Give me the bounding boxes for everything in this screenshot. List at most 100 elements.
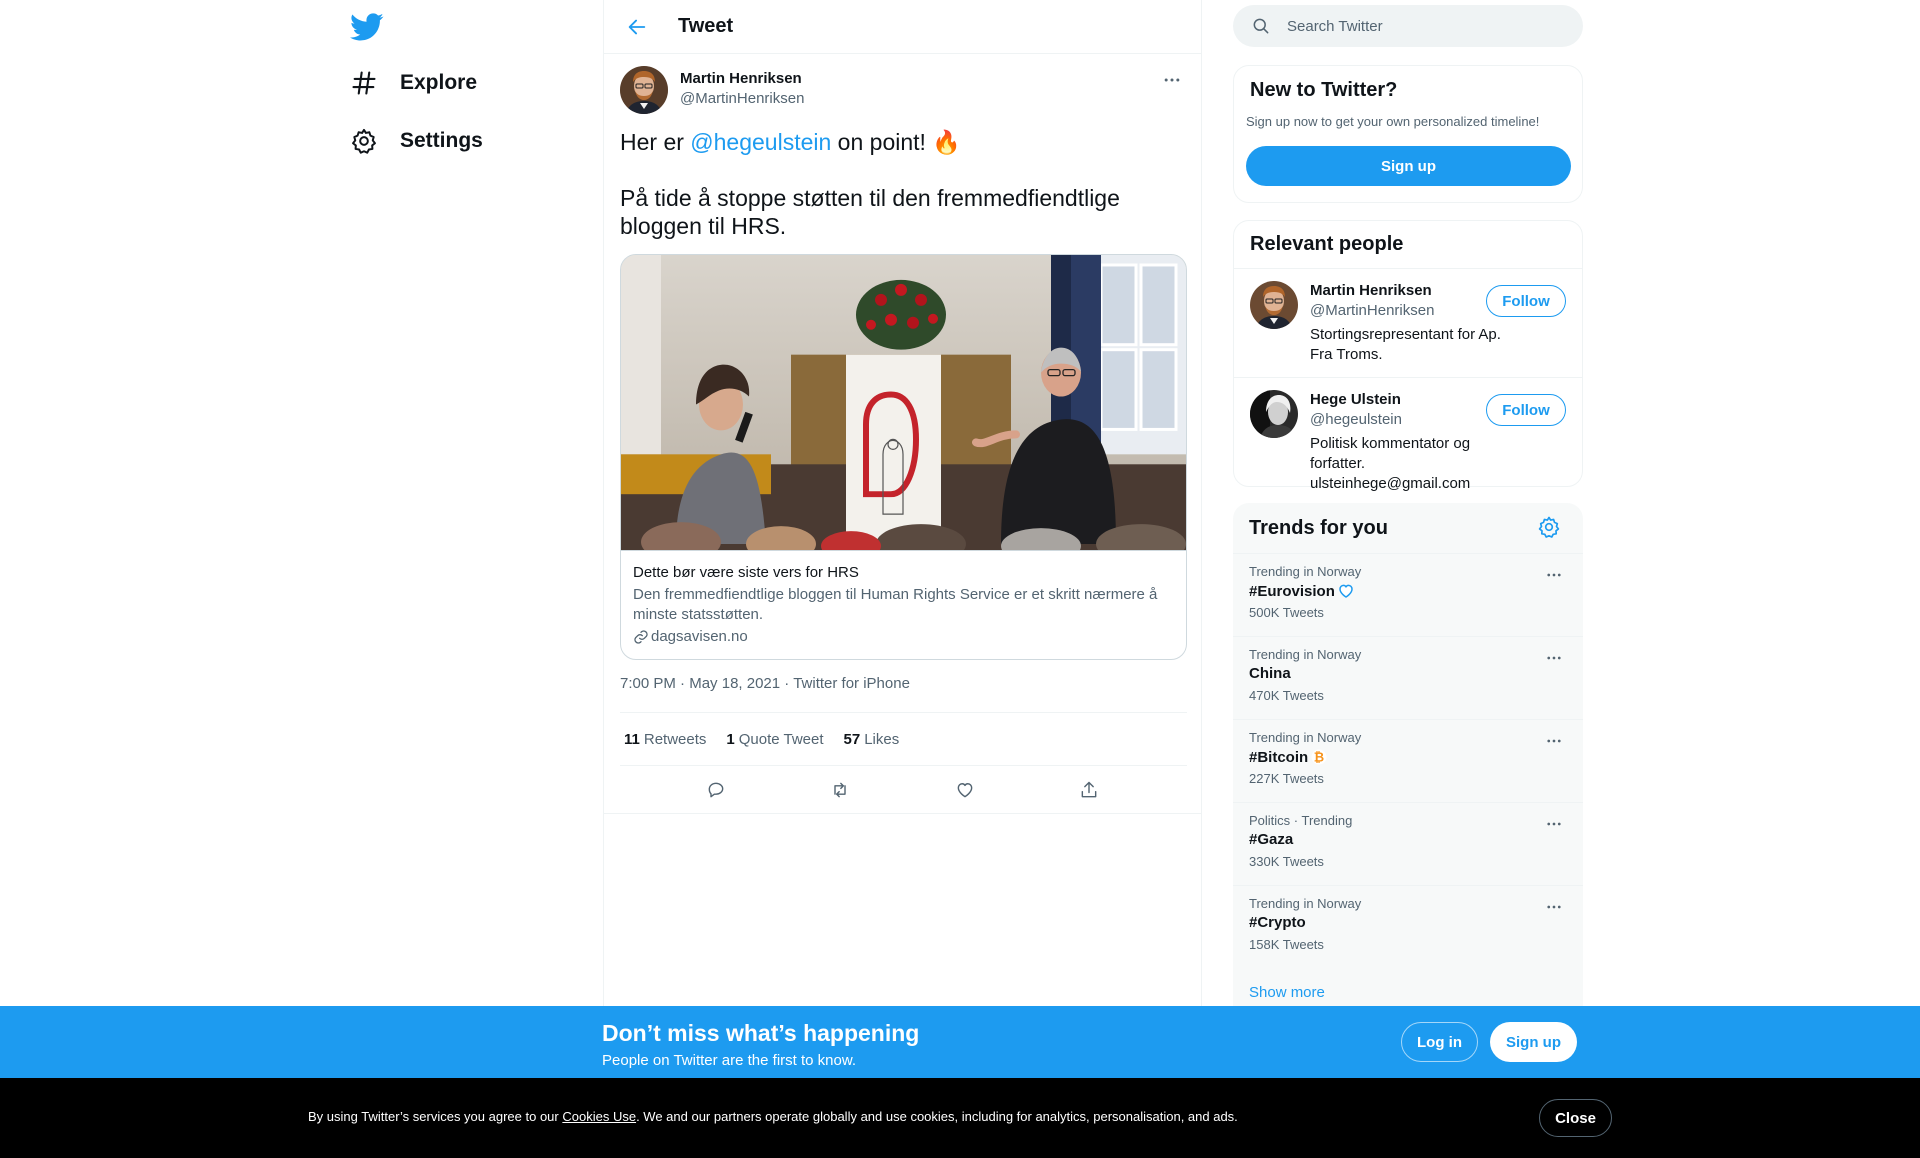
new-to-twitter-title: New to Twitter? — [1250, 79, 1398, 101]
link-icon — [634, 630, 648, 644]
trend-name-text: #Eurovision — [1249, 582, 1335, 600]
show-more-link[interactable]: Show more — [1249, 984, 1325, 1001]
tweet-text-line1: Her er @hegeulstein on point! 🔥 — [620, 128, 1187, 156]
avatar[interactable] — [1250, 281, 1298, 329]
main-column: Tweet Martin Henriksen @MartinHenriksen … — [603, 0, 1202, 1158]
cookie-text-after: . We and our partners operate globally a… — [636, 1109, 1238, 1124]
trend-more-button[interactable] — [1541, 564, 1567, 586]
trend-count: 158K Tweets — [1249, 937, 1324, 952]
person-info: Hege Ulstein @hegeulstein Politisk komme… — [1310, 390, 1510, 494]
person-name[interactable]: Hege Ulstein — [1310, 390, 1510, 410]
bitcoin-icon: ₿ — [1311, 749, 1327, 766]
author-name[interactable]: Martin Henriksen — [680, 69, 804, 89]
tweet-more-button[interactable] — [1157, 68, 1187, 92]
tweet-text-line2: På tide å stoppe støtten til den fremmed… — [620, 185, 1120, 239]
retweet-icon — [834, 782, 847, 797]
tweet-text-before: Her er — [620, 129, 691, 155]
share-button[interactable] — [1071, 772, 1107, 808]
trends-settings-button[interactable] — [1537, 515, 1563, 541]
trend-item[interactable]: Trending in Norway China 470K Tweets — [1233, 636, 1583, 719]
banner-title: Don’t miss what’s happening — [602, 1020, 920, 1046]
quote-tweets-stat[interactable]: 1 Quote Tweet — [726, 731, 823, 748]
more-dots-icon — [1547, 822, 1561, 826]
close-cookie-button[interactable]: Close — [1539, 1099, 1612, 1137]
follow-button[interactable]: Follow — [1486, 285, 1566, 317]
trend-item[interactable]: Politics · Trending #Gaza 330K Tweets — [1233, 802, 1583, 885]
author-handle[interactable]: @MartinHenriksen — [680, 89, 804, 109]
tweet-timestamp: 7:00 PM · May 18, 2021 · Twitter for iPh… — [620, 675, 910, 692]
tweet-text: Her er @hegeulstein on point! 🔥 På tide … — [620, 128, 1187, 240]
tweet-text-after: on point! — [831, 129, 933, 155]
trend-more-button[interactable] — [1541, 730, 1567, 752]
twitter-bird-icon[interactable] — [350, 10, 384, 44]
trend-meta: Trending in Norway — [1249, 647, 1362, 662]
trends-panel: Trends for you Trending in Norway #Eurov… — [1233, 503, 1583, 1023]
author-avatar[interactable] — [620, 66, 668, 114]
cookie-text-before: By using Twitter’s services you agree to… — [308, 1109, 563, 1124]
trends-header: Trends for you — [1233, 503, 1583, 553]
tweet-author: Martin Henriksen @MartinHenriksen — [620, 66, 1187, 114]
like-button[interactable] — [947, 772, 983, 808]
trend-more-button[interactable] — [1541, 896, 1567, 918]
relevant-people-panel: Relevant people Martin Henriksen @Martin… — [1233, 220, 1583, 492]
trend-count: 470K Tweets — [1249, 688, 1324, 703]
search-input[interactable] — [1287, 17, 1547, 35]
card-title: Dette bør være siste vers for HRS — [633, 564, 859, 581]
nav-settings-label: Settings — [400, 129, 483, 152]
trend-name: #Gaza — [1249, 831, 1294, 848]
tweet-time[interactable]: 7:00 PM — [620, 675, 676, 692]
follow-button[interactable]: Follow — [1486, 394, 1566, 426]
likes-stat[interactable]: 57 Likes — [844, 731, 900, 748]
sidebar-signup-button[interactable]: Sign up — [1246, 146, 1571, 186]
person-card[interactable]: Hege Ulstein @hegeulstein Politisk komme… — [1234, 377, 1582, 492]
reply-button[interactable] — [698, 772, 734, 808]
card-image — [621, 255, 1186, 551]
heart-icon — [957, 782, 972, 797]
gear-icon — [1538, 516, 1560, 538]
nav-settings[interactable]: Settings — [350, 116, 483, 166]
trend-item[interactable]: Trending in Norway #Crypto 158K Tweets — [1233, 885, 1583, 968]
trend-item[interactable]: Trending in Norway #Eurovision 500K Twee… — [1233, 553, 1583, 636]
more-dots-icon — [1547, 739, 1561, 743]
nav-explore[interactable]: Explore — [350, 58, 477, 108]
relevant-people-title: Relevant people — [1250, 233, 1404, 255]
trend-name: #Eurovision — [1249, 582, 1355, 600]
tweet-actions — [604, 766, 1201, 814]
back-button[interactable] — [620, 10, 654, 44]
tweet-date[interactable]: May 18, 2021 — [689, 675, 780, 692]
trend-more-button[interactable] — [1541, 813, 1567, 835]
share-icon — [1081, 781, 1097, 797]
fire-emoji: 🔥 — [932, 129, 961, 155]
arrow-left-icon — [628, 19, 646, 34]
tweet-stats: 11 Retweets 1 Quote Tweet 57 Likes — [620, 712, 1187, 766]
avatar[interactable] — [1250, 390, 1298, 438]
page-title: Tweet — [678, 15, 734, 37]
person-name[interactable]: Martin Henriksen — [1310, 281, 1510, 301]
search-box[interactable] — [1233, 5, 1583, 47]
nav-explore-label: Explore — [400, 71, 478, 94]
trend-more-button[interactable] — [1541, 647, 1567, 669]
person-card[interactable]: Martin Henriksen @MartinHenriksen Storti… — [1234, 268, 1582, 377]
timestamp-separator: · — [680, 675, 686, 692]
cookie-text: By using Twitter’s services you agree to… — [308, 1109, 1238, 1124]
timestamp-separator-2: · — [784, 675, 790, 692]
login-button[interactable]: Log in — [1401, 1022, 1478, 1062]
person-handle: @hegeulstein — [1310, 411, 1402, 428]
trend-meta: Politics · Trending — [1249, 813, 1353, 828]
more-dots-icon — [1547, 656, 1561, 660]
cookies-use-link[interactable]: Cookies Use — [562, 1109, 636, 1124]
person-handle: @MartinHenriksen — [1310, 302, 1435, 319]
signup-banner: Don’t miss what’s happening People on Tw… — [0, 1006, 1920, 1078]
trend-item[interactable]: Trending in Norway #Bitcoin ₿ 227K Tweets — [1233, 719, 1583, 802]
retweet-button[interactable] — [822, 772, 858, 808]
link-card[interactable]: Dette bør være siste vers for HRS Den fr… — [620, 254, 1187, 660]
retweets-stat[interactable]: 11 Retweets — [624, 731, 706, 748]
more-dots-icon — [1164, 78, 1180, 82]
signup-button[interactable]: Sign up — [1490, 1022, 1577, 1062]
trend-meta: Trending in Norway — [1249, 730, 1362, 745]
svg-text:₿: ₿ — [1314, 751, 1324, 766]
card-domain: dagsavisen.no — [633, 627, 1174, 647]
trend-meta: Trending in Norway — [1249, 564, 1362, 579]
tweet-source[interactable]: Twitter for iPhone — [793, 675, 910, 692]
mention-link[interactable]: @hegeulstein — [690, 129, 831, 155]
